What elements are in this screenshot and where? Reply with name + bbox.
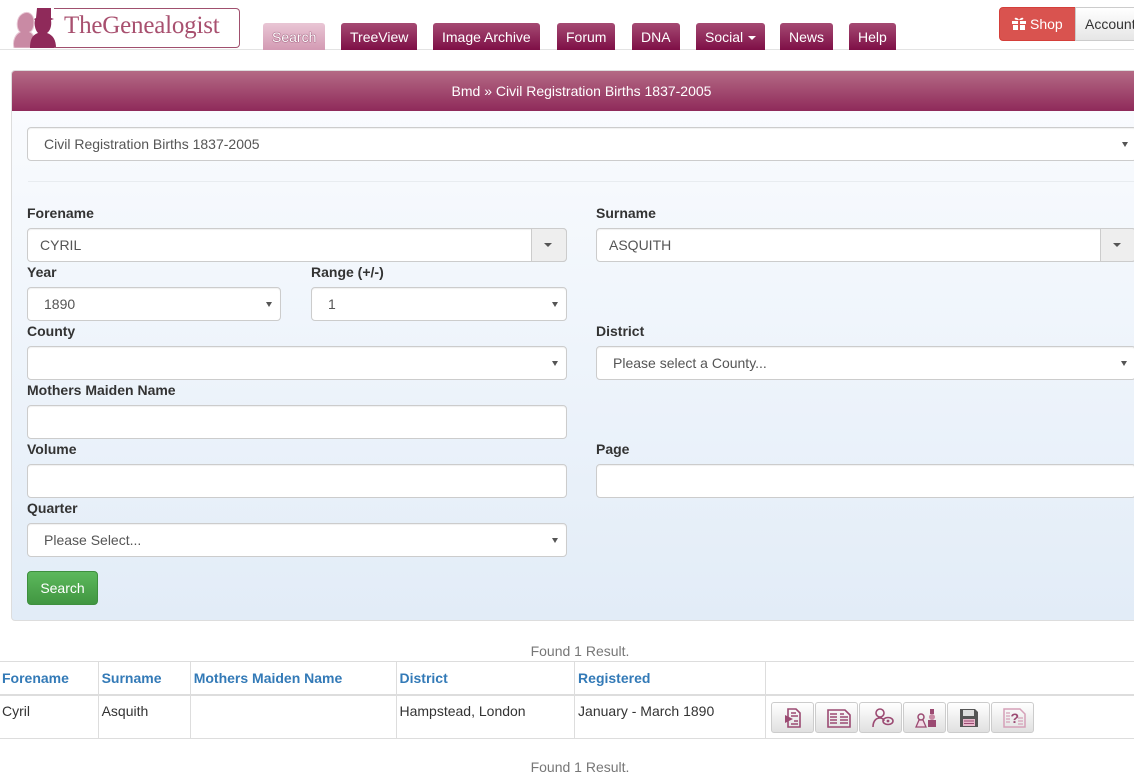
- county-select[interactable]: [27, 346, 567, 380]
- cell-district: Hampstead, London: [395, 694, 576, 739]
- view-family-button[interactable]: [903, 702, 947, 733]
- select-arrow-icon: [552, 538, 558, 543]
- cell-actions: ?: [765, 694, 1134, 739]
- link-to-tree-button[interactable]: [859, 702, 903, 733]
- index-page-icon: [827, 709, 851, 728]
- shop-label: Shop: [1030, 16, 1063, 32]
- view-transcript-button[interactable]: [771, 702, 815, 733]
- forename-input[interactable]: CYRIL: [27, 228, 567, 262]
- nav-tab-label: TreeView: [350, 29, 409, 45]
- transcript-icon: [785, 708, 801, 728]
- site-logo[interactable]: TheGenealogist: [10, 4, 240, 48]
- quarter-label: Quarter: [27, 500, 78, 516]
- nav-tab-label: Help: [858, 29, 887, 45]
- volume-label: Volume: [27, 441, 77, 457]
- select-arrow-icon: [1122, 142, 1128, 147]
- search-panel: Bmd » Civil Registration Births 1837-200…: [11, 70, 1134, 621]
- nav-tab-help[interactable]: Help: [849, 23, 896, 50]
- column-header-district[interactable]: District: [395, 661, 576, 696]
- nav-tab-treeview[interactable]: TreeView: [341, 23, 418, 50]
- range-value: 1: [328, 296, 336, 312]
- surname-value: ASQUITH: [609, 237, 672, 253]
- view-index-page-button[interactable]: [815, 702, 859, 733]
- logo-text: TheGenealogist: [64, 12, 220, 39]
- column-header-actions: [765, 661, 1134, 696]
- column-header-mothers-maiden-name[interactable]: Mothers Maiden Name: [189, 661, 397, 696]
- nav-tab-label: Search: [272, 29, 317, 45]
- cell-registered: January - March 1890: [574, 694, 767, 739]
- panel-heading: Bmd » Civil Registration Births 1837-200…: [12, 71, 1134, 111]
- cell-forename: Cyril: [0, 694, 99, 739]
- results-count-bottom: Found 1 Result.: [530, 759, 630, 775]
- forename-value: CYRIL: [40, 237, 82, 253]
- select-arrow-icon: [552, 302, 558, 307]
- nav-tab-forum[interactable]: Forum: [557, 23, 616, 50]
- district-select[interactable]: Please select a County...: [596, 346, 1134, 380]
- record-help-button[interactable]: ?: [991, 702, 1035, 733]
- forename-options-button[interactable]: [531, 228, 567, 262]
- select-arrow-icon: [266, 302, 272, 307]
- shop-button[interactable]: Shop: [999, 7, 1076, 41]
- year-value: 1890: [44, 296, 76, 312]
- nav-tab-news[interactable]: News: [780, 23, 834, 50]
- caret-down-icon: [1113, 243, 1121, 247]
- year-label: Year: [27, 264, 57, 280]
- save-icon: [960, 709, 979, 727]
- nav-tab-dna[interactable]: DNA: [632, 23, 680, 50]
- column-header-surname[interactable]: Surname: [97, 661, 191, 696]
- page-input[interactable]: [596, 464, 1134, 498]
- mothers-maiden-name-label: Mothers Maiden Name: [27, 382, 176, 398]
- nav-tab-social[interactable]: Social: [696, 23, 766, 50]
- search-button[interactable]: Search: [27, 571, 98, 605]
- nav-tab-label: DNA: [641, 29, 671, 45]
- select-arrow-icon: [552, 361, 558, 366]
- column-header-registered[interactable]: Registered: [574, 661, 767, 696]
- volume-input[interactable]: [27, 464, 567, 498]
- top-navbar: TheGenealogist Search TreeView Image Arc…: [0, 0, 1134, 50]
- quarter-value: Please Select...: [44, 532, 142, 548]
- county-label: County: [27, 323, 76, 339]
- column-header-forename[interactable]: Forename: [0, 661, 99, 696]
- mothers-maiden-name-input[interactable]: [27, 405, 567, 439]
- nav-tab-label: Image Archive: [442, 29, 531, 45]
- table-header-row: Forename Surname Mothers Maiden Name Dis…: [0, 661, 1134, 696]
- cell-mothers-maiden-name: [189, 694, 397, 739]
- district-value: Please select a County...: [613, 355, 767, 371]
- account-label: Account: [1085, 16, 1134, 32]
- select-arrow-icon: [1121, 361, 1127, 366]
- nav-tab-image-archive[interactable]: Image Archive: [433, 23, 540, 50]
- caret-down-icon: [544, 243, 552, 247]
- surname-input[interactable]: ASQUITH: [596, 228, 1134, 262]
- svg-text:?: ?: [1011, 710, 1020, 726]
- results-count-top: Found 1 Result.: [530, 643, 630, 659]
- page-label: Page: [596, 441, 630, 457]
- forename-label: Forename: [27, 205, 94, 221]
- link-record-icon: [872, 708, 894, 728]
- range-label: Range (+/-): [311, 264, 384, 280]
- range-select[interactable]: 1: [311, 287, 567, 321]
- gift-icon: [1012, 17, 1026, 30]
- cell-surname: Asquith: [97, 694, 191, 739]
- surname-options-button[interactable]: [1100, 228, 1134, 262]
- account-button[interactable]: Account: [1075, 7, 1134, 41]
- year-select[interactable]: 1890: [27, 287, 281, 321]
- help-icon: ?: [1003, 708, 1026, 728]
- nav-tab-search[interactable]: Search: [263, 23, 326, 50]
- nav-tab-label: Forum: [566, 29, 607, 45]
- save-record-button[interactable]: [947, 702, 991, 733]
- surname-label: Surname: [596, 205, 656, 221]
- family-icon: [915, 709, 937, 728]
- nav-tab-label: News: [789, 29, 825, 45]
- results-table: Forename Surname Mothers Maiden Name Dis…: [0, 661, 1134, 739]
- table-row: Cyril Asquith Hampstead, London January …: [0, 694, 1134, 739]
- form-divider: [28, 181, 1134, 182]
- quarter-select[interactable]: Please Select...: [27, 523, 567, 557]
- dataset-select-value: Civil Registration Births 1837-2005: [44, 136, 260, 152]
- dataset-select[interactable]: Civil Registration Births 1837-2005: [27, 127, 1134, 161]
- district-label: District: [596, 323, 645, 339]
- nav-tab-label: Social: [705, 29, 744, 45]
- breadcrumb: Bmd » Civil Registration Births 1837-200…: [451, 83, 712, 99]
- caret-down-icon: [748, 36, 757, 41]
